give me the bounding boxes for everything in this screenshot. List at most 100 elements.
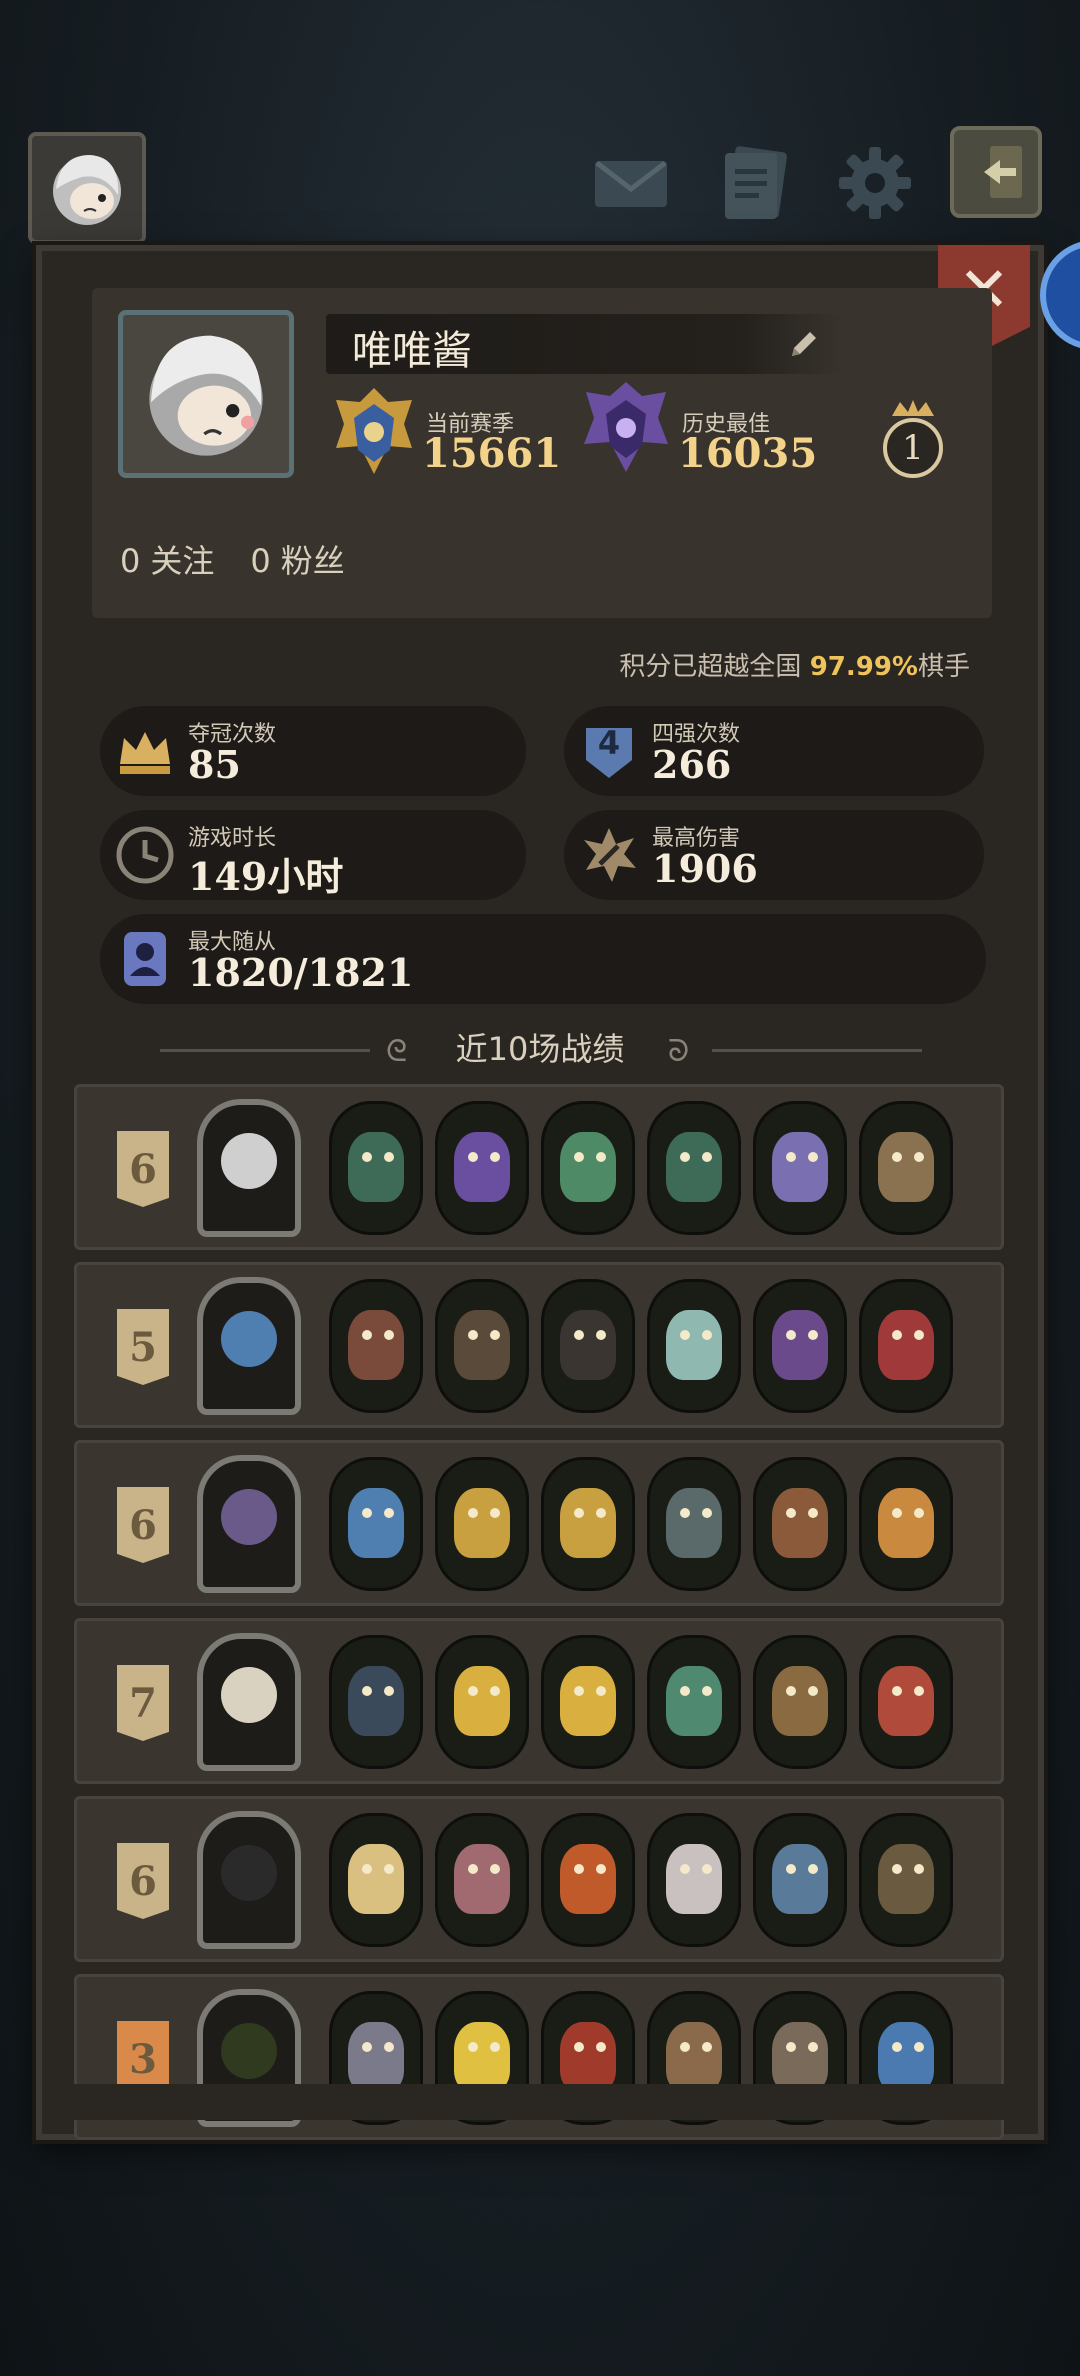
unit-card[interactable] (647, 1635, 741, 1769)
unit-figure (454, 1132, 510, 1202)
unit-eye (786, 1686, 796, 1696)
unit-figure (560, 1132, 616, 1202)
top-avatar-button[interactable] (28, 132, 146, 244)
unit-figure (348, 1132, 404, 1202)
unit-figure (454, 1844, 510, 1914)
following-count[interactable]: 0 (120, 542, 140, 580)
unit-card[interactable] (753, 1635, 847, 1769)
match-row[interactable]: 7 (74, 1618, 1004, 1784)
unit-card[interactable] (541, 1279, 635, 1413)
unit-card[interactable] (435, 1635, 529, 1769)
unit-card[interactable] (329, 1279, 423, 1413)
unit-card[interactable] (859, 1279, 953, 1413)
unit-eye (680, 2042, 690, 2052)
unit-card[interactable] (647, 1813, 741, 1947)
edit-icon[interactable] (786, 326, 822, 362)
unit-eye (574, 1864, 584, 1874)
hero-portrait[interactable] (197, 1099, 301, 1237)
unit-eye (680, 1686, 690, 1696)
unit-card[interactable] (753, 1813, 847, 1947)
placement-badge: 6 (117, 1131, 169, 1207)
unit-card[interactable] (435, 1457, 529, 1591)
stat-value: 1820/1821 (188, 950, 414, 995)
unit-eye (914, 1864, 924, 1874)
unit-card[interactable] (647, 1101, 741, 1235)
unit-figure (878, 1132, 934, 1202)
unit-eye (596, 1330, 606, 1340)
medal-rank: 1 (902, 428, 924, 468)
unit-card[interactable] (753, 1457, 847, 1591)
profile-avatar[interactable] (118, 310, 294, 478)
hero-portrait[interactable] (197, 1811, 301, 1949)
match-row[interactable]: 5 (74, 1262, 1004, 1428)
unit-card[interactable] (647, 1279, 741, 1413)
unit-figure (772, 1844, 828, 1914)
unit-eye (892, 1508, 902, 1518)
unit-card[interactable] (541, 1813, 635, 1947)
mail-button[interactable] (586, 138, 676, 228)
unit-card[interactable] (435, 1279, 529, 1413)
placement-badge: 5 (117, 1309, 169, 1385)
unit-eye (490, 1330, 500, 1340)
notes-button[interactable] (710, 138, 800, 228)
percent-prefix: 积分已超越全国 (619, 652, 810, 682)
unit-card[interactable] (435, 1101, 529, 1235)
fans-label[interactable]: 粉丝 (281, 542, 345, 580)
unit-eye (384, 1686, 394, 1696)
unit-card[interactable] (753, 1279, 847, 1413)
unit-card[interactable] (329, 1101, 423, 1235)
match-row[interactable]: 6 (74, 1796, 1004, 1962)
unit-eye (362, 2042, 372, 2052)
match-row[interactable]: 6 (74, 1440, 1004, 1606)
unit-eye (468, 1686, 478, 1696)
follower-card-icon (124, 932, 166, 986)
hero-face (221, 1667, 277, 1723)
hero-portrait[interactable] (197, 1455, 301, 1593)
unit-figure (772, 1132, 828, 1202)
stat-champion: 夺冠次数 85 (100, 706, 526, 796)
unit-card[interactable] (329, 1457, 423, 1591)
unit-eye (680, 1864, 690, 1874)
hero-portrait[interactable] (197, 1633, 301, 1771)
fans-count[interactable]: 0 (250, 542, 270, 580)
stat-playtime: 游戏时长 149小时 (100, 810, 526, 900)
unit-eye (702, 2042, 712, 2052)
unit-figure (348, 1844, 404, 1914)
side-blue-button[interactable] (1040, 240, 1080, 350)
unit-card[interactable] (329, 1635, 423, 1769)
unit-eye (808, 2042, 818, 2052)
unit-eye (362, 1686, 372, 1696)
placement-badge: 7 (117, 1665, 169, 1741)
stat-max-followers: 最大随从 1820/1821 (100, 914, 986, 1004)
unit-eye (680, 1508, 690, 1518)
unit-card[interactable] (753, 1101, 847, 1235)
panel-bottom-edge (62, 2084, 1012, 2120)
unit-eye (914, 1330, 924, 1340)
unit-card[interactable] (541, 1457, 635, 1591)
match-row[interactable]: 6 (74, 1084, 1004, 1250)
unit-card[interactable] (541, 1101, 635, 1235)
unit-eye (468, 1864, 478, 1874)
unit-card[interactable] (859, 1813, 953, 1947)
unit-figure (666, 1666, 722, 1736)
unit-card[interactable] (859, 1457, 953, 1591)
unit-eye (574, 1508, 584, 1518)
unit-card[interactable] (647, 1457, 741, 1591)
exit-button[interactable] (950, 126, 1042, 218)
settings-button[interactable] (830, 138, 920, 228)
placement-badge: 6 (117, 1487, 169, 1563)
burst-icon (584, 828, 636, 882)
hero-portrait[interactable] (197, 1277, 301, 1415)
unit-card[interactable] (435, 1813, 529, 1947)
unit-card[interactable] (329, 1813, 423, 1947)
unit-card[interactable] (541, 1635, 635, 1769)
unit-figure (560, 1488, 616, 1558)
unit-figure (560, 1844, 616, 1914)
unit-card[interactable] (859, 1635, 953, 1769)
unit-figure (878, 1666, 934, 1736)
unit-eye (468, 2042, 478, 2052)
unit-eye (808, 1864, 818, 1874)
unit-card[interactable] (859, 1101, 953, 1235)
unit-figure (772, 1488, 828, 1558)
following-label[interactable]: 关注 (150, 542, 214, 580)
